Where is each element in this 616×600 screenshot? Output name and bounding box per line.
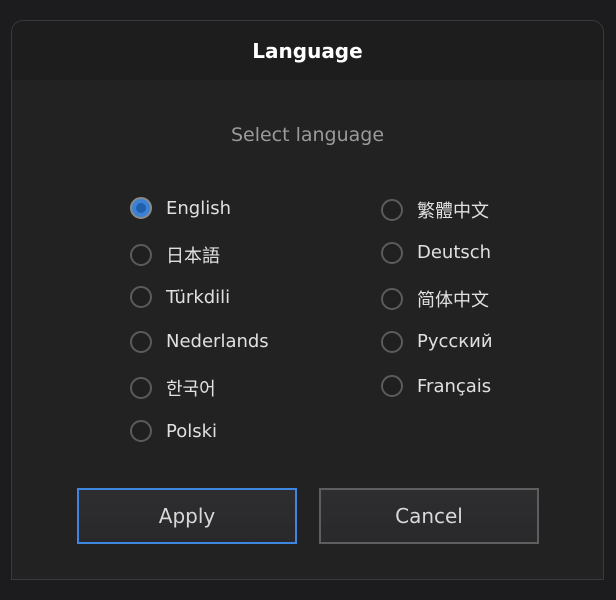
- dialog-subtitle: Select language: [230, 124, 385, 146]
- radio-button[interactable]: [130, 197, 152, 219]
- language-label: 繁體中文: [417, 201, 489, 222]
- language-label: Polski: [166, 420, 218, 442]
- apply-button[interactable]: Apply: [77, 488, 297, 544]
- radio-button[interactable]: [381, 375, 403, 398]
- language-option[interactable]: Deutsch: [381, 241, 492, 264]
- language-option[interactable]: 繁體中文: [381, 197, 489, 223]
- radio-button[interactable]: [130, 420, 152, 442]
- language-option[interactable]: Polski: [130, 420, 217, 442]
- radio-button[interactable]: [381, 330, 403, 353]
- radio-button[interactable]: [130, 286, 152, 309]
- cancel-button[interactable]: Cancel: [319, 488, 539, 544]
- radio-button[interactable]: [381, 199, 403, 221]
- language-option[interactable]: Français: [381, 375, 492, 398]
- language-label: 日本語: [166, 245, 220, 267]
- language-option[interactable]: Nederlands: [130, 330, 269, 353]
- language-label: Français: [417, 375, 492, 397]
- language-label: Nederlands: [166, 331, 269, 353]
- language-option[interactable]: 日本語: [130, 242, 220, 268]
- language-dialog: Language Select language English 日本語 Türkd…: [11, 20, 604, 580]
- language-option[interactable]: 한국어: [130, 375, 216, 401]
- language-label: Русский: [417, 331, 493, 353]
- dialog-title: Language: [252, 38, 363, 63]
- language-label: English: [166, 197, 231, 219]
- dialog-header: Language: [12, 21, 603, 80]
- radio-button[interactable]: [381, 288, 403, 311]
- language-label: Türkdili: [166, 286, 231, 308]
- language-option[interactable]: 简体中文: [381, 286, 489, 312]
- radio-button[interactable]: [130, 243, 152, 266]
- radio-button[interactable]: [130, 377, 152, 400]
- radio-button[interactable]: [381, 241, 403, 264]
- language-option[interactable]: Русский: [381, 330, 493, 353]
- language-label: 한국어: [166, 379, 216, 401]
- language-label: Deutsch: [417, 242, 492, 264]
- language-label: 简体中文: [417, 290, 489, 312]
- dialog-body: Select language English 日本語 Türkdili Nederl…: [12, 80, 603, 579]
- language-option[interactable]: English: [130, 197, 231, 219]
- language-option[interactable]: Türkdili: [130, 286, 231, 309]
- radio-button[interactable]: [130, 330, 152, 353]
